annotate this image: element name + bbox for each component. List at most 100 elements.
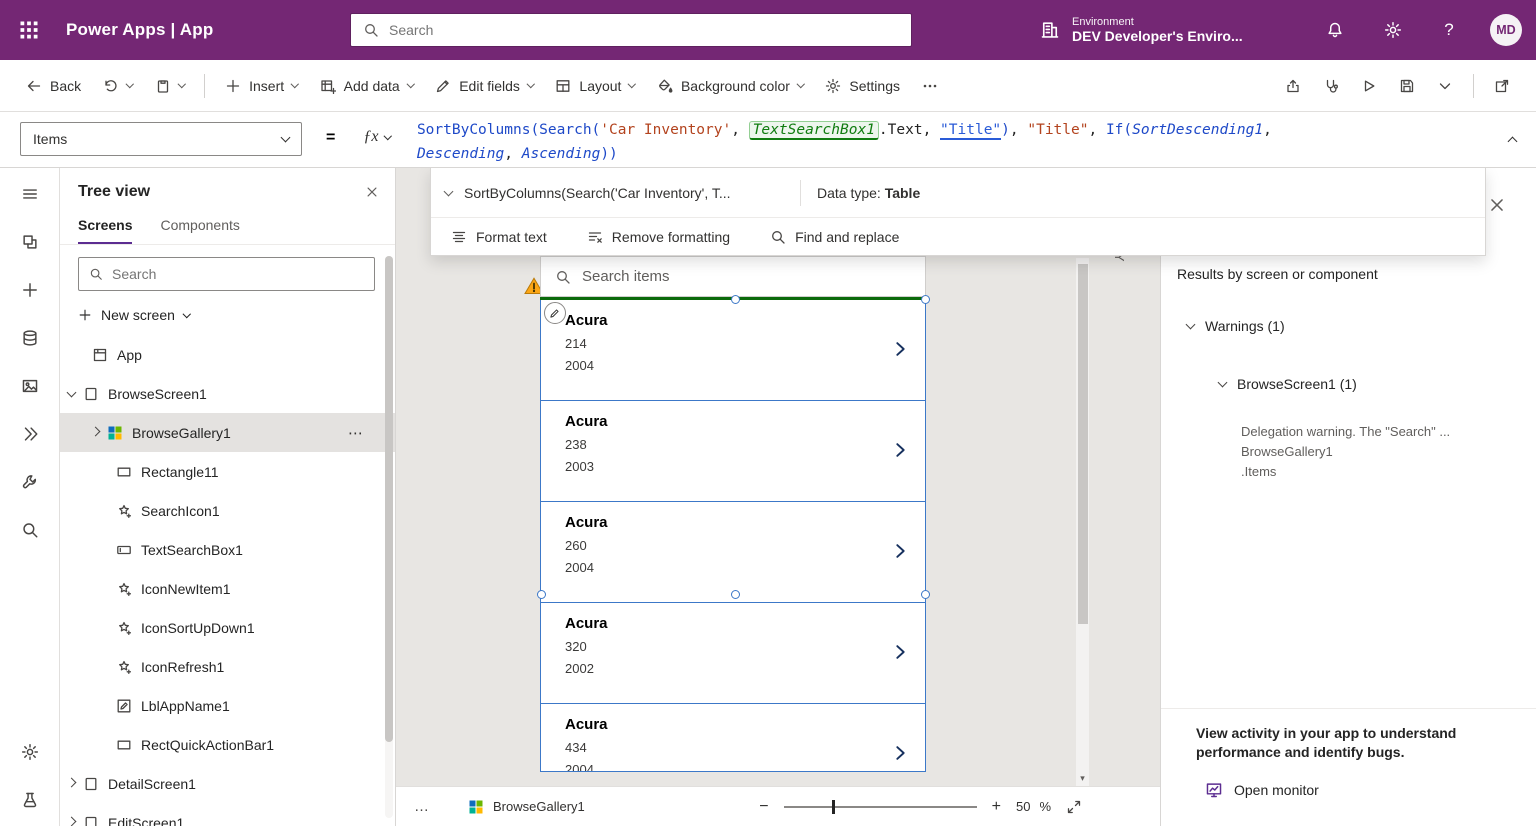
find-and-replace-button[interactable]: Find and replace <box>758 222 911 252</box>
warnings-group[interactable]: Warnings (1) <box>1185 318 1285 334</box>
canvas-scrollbar-thumb[interactable] <box>1077 264 1088 624</box>
more-options-button[interactable]: ⋯ <box>348 424 363 442</box>
tab-components[interactable]: Components <box>160 217 239 244</box>
preview-button[interactable] <box>1351 68 1387 104</box>
close-tree-view-button[interactable] <box>365 185 379 199</box>
help-button[interactable]: ? <box>1432 14 1466 46</box>
tree-search-input[interactable] <box>112 266 364 282</box>
remove-formatting-button[interactable]: Remove formatting <box>575 222 742 252</box>
tree-search[interactable] <box>78 257 375 291</box>
chevron-right-icon[interactable] <box>892 641 909 663</box>
edit-fields-button[interactable]: Edit fields <box>425 68 543 104</box>
add-data-button[interactable]: Add data <box>310 68 424 104</box>
zoom-slider-thumb[interactable] <box>831 799 835 814</box>
tree-scrollbar-thumb[interactable] <box>385 256 393 742</box>
save-options-button[interactable] <box>1427 68 1463 104</box>
chevron-right-icon[interactable] <box>892 439 909 461</box>
app-checker-button[interactable] <box>1313 68 1349 104</box>
new-screen-button[interactable]: New screen <box>78 301 395 329</box>
virtual-agents-button[interactable] <box>14 784 46 816</box>
fit-to-window-button[interactable] <box>1066 799 1082 815</box>
paste-button[interactable] <box>145 68 195 104</box>
chevron-right-icon[interactable] <box>892 540 909 562</box>
tree-item-rectquickactionbar1[interactable]: RectQuickActionBar1 <box>60 725 395 764</box>
insert-button[interactable]: Insert <box>215 68 308 104</box>
selected-control-indicator[interactable]: BrowseGallery1 <box>468 799 585 815</box>
notifications-button[interactable] <box>1318 14 1352 46</box>
tree-view-button[interactable] <box>14 226 46 258</box>
selection-handle[interactable] <box>731 590 740 599</box>
zoom-in-button[interactable]: + <box>992 798 1001 815</box>
gallery-search-box[interactable]: Search items <box>540 256 926 297</box>
selection-handle[interactable] <box>537 590 546 599</box>
canvas-scrollbar[interactable]: ▾ <box>1076 258 1089 786</box>
gallery-item[interactable]: Acura 434 2004 <box>541 704 925 771</box>
tree-item-searchicon1[interactable]: SearchIcon1 <box>60 491 395 530</box>
background-color-button[interactable]: Background color <box>647 68 813 104</box>
gallery-item[interactable]: Acura 214 2004 <box>541 300 925 401</box>
tree-item-textsearchbox1[interactable]: TextSearchBox1 <box>60 530 395 569</box>
avatar[interactable]: MD <box>1490 14 1522 46</box>
tree-item-app[interactable]: App <box>60 335 395 374</box>
advanced-tools-button[interactable] <box>14 466 46 498</box>
chevron-right-icon[interactable] <box>66 816 77 826</box>
publish-button[interactable] <box>1484 68 1520 104</box>
settings-button[interactable]: Settings <box>815 68 910 104</box>
selection-handle[interactable] <box>921 590 930 599</box>
hamburger-menu-button[interactable] <box>14 178 46 210</box>
settings-rail-button[interactable] <box>14 736 46 768</box>
tab-screens[interactable]: Screens <box>78 217 133 244</box>
waffle-menu-button[interactable] <box>0 0 58 60</box>
close-results-button[interactable] <box>1488 196 1506 214</box>
save-button[interactable] <box>1389 68 1425 104</box>
tree-item-rectangle11[interactable]: Rectangle11 <box>60 452 395 491</box>
scrollbar-down-arrow[interactable]: ▾ <box>1076 773 1089 784</box>
tree-item-iconrefresh1[interactable]: IconRefresh1 <box>60 647 395 686</box>
tree-scrollbar[interactable] <box>385 256 393 818</box>
gallery-item[interactable]: Acura 238 2003 <box>541 401 925 502</box>
selection-handle[interactable] <box>731 295 740 304</box>
chevron-down-icon[interactable] <box>443 186 454 196</box>
tree-item-detailscreen1[interactable]: DetailScreen1 <box>60 764 395 803</box>
browse-gallery[interactable]: Acura 214 2004 Acura 238 2003 Acura 260 2004 Acur… <box>540 300 926 772</box>
chevron-right-icon[interactable] <box>892 742 909 764</box>
data-button[interactable] <box>14 322 46 354</box>
back-button[interactable]: Back <box>16 68 91 104</box>
formula-bar-collapse-button[interactable] <box>1507 132 1518 148</box>
open-monitor-button[interactable]: Open monitor <box>1205 781 1319 799</box>
gallery-item[interactable]: Acura 260 2004 <box>541 502 925 603</box>
header-settings-button[interactable] <box>1376 14 1410 46</box>
tree-item-iconsortupdown1[interactable]: IconSortUpDown1 <box>60 608 395 647</box>
search-rail-button[interactable] <box>14 514 46 546</box>
tree-item-browsescreen1[interactable]: BrowseScreen1 <box>60 374 395 413</box>
chevron-right-icon[interactable] <box>66 777 77 787</box>
power-automate-button[interactable] <box>14 418 46 450</box>
selection-handle[interactable] <box>921 295 930 304</box>
chevron-right-icon[interactable] <box>90 426 101 436</box>
share-button[interactable] <box>1275 68 1311 104</box>
chevron-down-icon[interactable] <box>66 387 77 397</box>
tree-item-lblappname1[interactable]: LblAppName1 <box>60 686 395 725</box>
fx-menu[interactable]: ƒx <box>363 128 393 146</box>
tree-item-iconnewitem1[interactable]: IconNewItem1 <box>60 569 395 608</box>
header-search-input[interactable] <box>389 22 899 38</box>
formula-input[interactable]: SortByColumns(Search('Car Inventory', Te… <box>417 118 1501 166</box>
environment-picker[interactable]: Environment DEV Developer's Enviro... <box>1040 8 1243 52</box>
zoom-out-button[interactable]: − <box>759 798 768 815</box>
status-more-button[interactable]: … <box>414 798 430 815</box>
layout-button[interactable]: Layout <box>545 68 645 104</box>
edit-gallery-button[interactable] <box>544 302 566 324</box>
format-text-button[interactable]: Format text <box>439 222 559 252</box>
warning-detail[interactable]: Delegation warning. The "Search" ... Brow… <box>1241 422 1493 482</box>
zoom-slider[interactable] <box>783 799 977 814</box>
property-selector[interactable]: Items <box>20 122 302 156</box>
tree-item-browsegallery1[interactable]: BrowseGallery1 ⋯ <box>60 413 395 452</box>
gallery-item[interactable]: Acura 320 2002 <box>541 603 925 704</box>
more-commands-button[interactable] <box>912 68 948 104</box>
tree-item-editscreen1[interactable]: EditScreen1 <box>60 803 395 826</box>
header-search[interactable] <box>350 13 912 47</box>
insert-rail-button[interactable] <box>14 274 46 306</box>
chevron-right-icon[interactable] <box>892 338 909 360</box>
warnings-screen-group[interactable]: BrowseScreen1 (1) <box>1217 376 1357 392</box>
undo-button[interactable] <box>93 68 143 104</box>
